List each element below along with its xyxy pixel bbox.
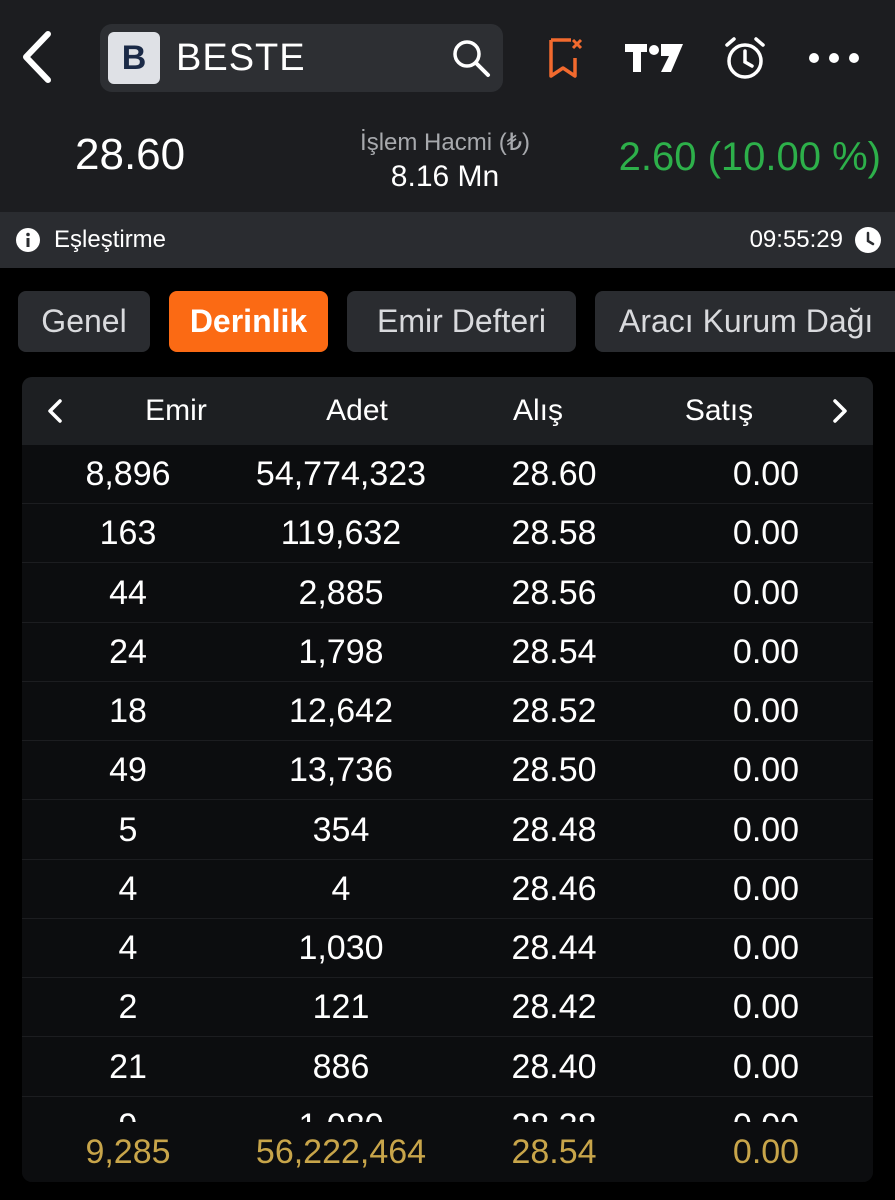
tab-genel[interactable]: Genel [18,291,150,352]
depth-rows: 8,896 54,774,323 28.60 0.00 163 119,632 28.58 0… [22,445,873,1122]
total-emir: 9,285 [85,1133,171,1171]
tab-derinlik[interactable]: Derinlik [169,291,328,352]
cell-adet: 121 [312,988,370,1027]
total-satis: 0.00 [732,1133,800,1171]
cell-adet: 12,642 [289,692,393,730]
cell-emir: 8,896 [85,455,171,493]
more-icon[interactable] [806,50,862,66]
cell-adet: 119,632 [280,514,402,553]
table-row[interactable]: 4 1,030 28.44 0.00 [22,919,873,978]
cell-alis: 28.52 [511,692,597,730]
detail-tabs: Genel Derinlik Emir Defteri Aracı Kurum … [18,291,895,352]
cell-satis: 0.00 [732,869,800,908]
cell-alis: 28.50 [511,751,597,790]
table-row[interactable]: 163 119,632 28.58 0.00 [22,504,873,564]
clock-icon [855,227,881,253]
table-row[interactable]: 24 1,798 28.54 0.00 [22,623,873,682]
cell-satis: 0.00 [732,988,800,1027]
cell-satis: 0.00 [732,692,800,730]
top-bar: B BESTE 28.60 İşlem Hacmi (₺) 8.16 Mn 2.… [0,0,895,212]
cell-emir: 21 [109,1047,147,1086]
totals-row: 9,285 56,222,464 28.54 0.00 [22,1122,873,1182]
tab-araci-kurum[interactable]: Aracı Kurum Dağı [595,291,895,352]
cell-adet: 1,798 [298,632,384,671]
table-row[interactable]: 44 2,885 28.56 0.00 [22,564,873,623]
cell-emir: 4 [118,929,138,967]
cell-emir: 9 [22,1097,238,1122]
cell-alis: 28.54 [511,632,597,671]
cell-satis: 0.00 [732,573,800,612]
session-time: 09:55:29 [749,226,843,253]
cell-alis: 28.48 [511,810,597,849]
column-header-satis: Satış [684,394,754,427]
cell-alis: 28.38 [444,1097,664,1122]
total-adet: 56,222,464 [255,1133,427,1171]
table-row[interactable]: 4 4 28.46 0.00 [22,860,873,919]
cell-satis: 0.00 [732,810,800,849]
cell-alis: 28.44 [511,929,597,967]
cell-satis: 0.00 [732,929,800,967]
session-state: Eşleştirme [54,226,167,253]
cell-satis: 0.00 [732,514,800,553]
cell-satis: 0.00 [656,1097,873,1122]
cell-satis: 0.00 [732,751,800,790]
chevron-left-icon [23,31,51,83]
symbol-search-box[interactable]: B BESTE [100,24,503,92]
cell-satis: 0.00 [732,632,800,671]
cell-satis: 0.00 [732,455,800,493]
table-row[interactable]: 2 121 28.42 0.00 [22,978,873,1038]
cell-alis: 28.40 [511,1047,597,1086]
alarm-icon[interactable] [722,36,768,82]
last-price: 28.60 [75,130,186,179]
cell-emir: 49 [109,751,147,790]
info-icon [16,228,40,252]
search-icon[interactable] [449,36,493,80]
cell-emir: 4 [118,869,138,908]
back-button[interactable] [14,26,64,88]
cell-adet: 886 [312,1047,370,1086]
cell-alis: 28.58 [511,514,597,553]
table-row[interactable]: 91,08028.380.00 [22,1097,873,1122]
cell-adet: 4 [331,869,351,908]
depth-table: Emir Adet Alış Satış 8,896 54,774,323 28.6… [22,377,873,1182]
cell-adet: 1,080 [231,1097,451,1122]
table-row[interactable]: 49 13,736 28.50 0.00 [22,741,873,801]
total-alis: 28.54 [511,1133,597,1171]
chevron-left-icon[interactable] [40,396,70,426]
cell-alis: 28.42 [511,988,597,1027]
price-change: 2.60 (10.00 %) [618,135,881,179]
table-row[interactable]: 5 354 28.48 0.00 [22,801,873,860]
cell-adet: 13,736 [289,751,393,790]
table-header: Emir Adet Alış Satış [22,377,873,445]
cell-emir: 44 [109,573,147,612]
session-status-bar: Eşleştirme 09:55:29 [0,212,895,268]
cell-adet: 1,030 [298,929,384,967]
tab-emir-defteri[interactable]: Emir Defteri [347,291,576,352]
volume-label: İşlem Hacmi (₺) [360,129,530,156]
cell-adet: 54,774,323 [255,455,427,493]
volume-value: 8.16 Mn [390,160,500,193]
symbol-name: BESTE [176,37,306,79]
cell-alis: 28.60 [511,455,597,493]
cell-alis: 28.56 [511,573,597,612]
cell-satis: 0.00 [732,1047,800,1086]
cell-adet: 2,885 [298,573,384,612]
table-row[interactable]: 8,896 54,774,323 28.60 0.00 [22,445,873,504]
cell-alis: 28.46 [511,869,597,908]
cell-emir: 24 [109,632,147,671]
cell-emir: 18 [109,692,147,730]
cell-emir: 163 [99,514,157,553]
column-header-emir: Emir [145,394,207,427]
company-logo: B [108,32,160,84]
chevron-right-icon[interactable] [825,396,855,426]
column-header-adet: Adet [326,394,388,427]
column-header-alis: Alış [512,394,563,427]
cell-emir: 5 [118,810,138,849]
table-row[interactable]: 21 886 28.40 0.00 [22,1038,873,1097]
watchlist-remove-icon[interactable] [545,36,585,80]
table-row[interactable]: 18 12,642 28.52 0.00 [22,682,873,741]
tradingview-icon[interactable] [625,42,683,74]
cell-emir: 2 [118,988,138,1027]
cell-adet: 354 [312,810,370,849]
